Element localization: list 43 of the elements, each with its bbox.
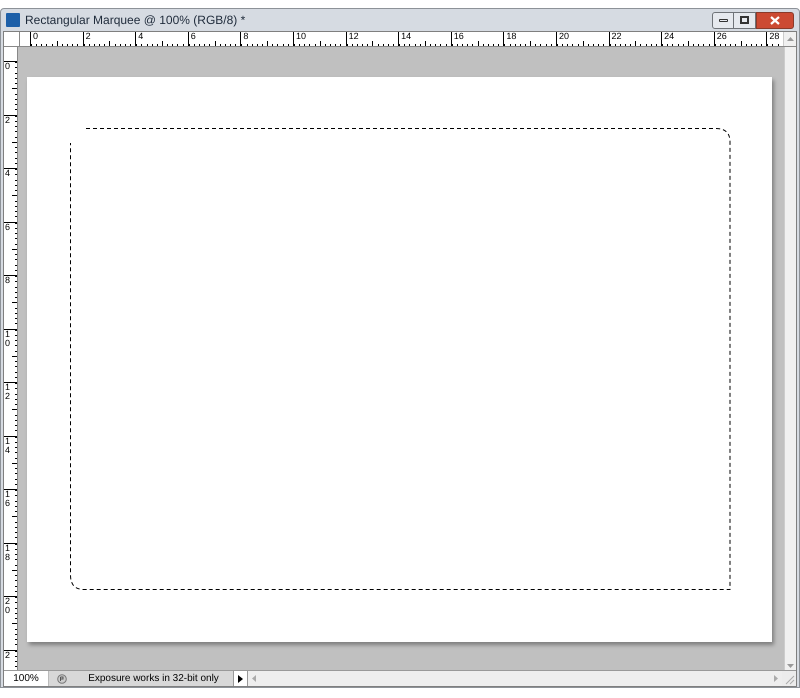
play-icon [238, 674, 243, 682]
ruler-label: 8 [5, 276, 10, 285]
ruler-label: 6 [190, 32, 196, 41]
scroll-up-icon[interactable] [786, 37, 794, 41]
ruler-label: 28 [769, 32, 780, 41]
app-icon [6, 13, 20, 27]
close-button[interactable] [756, 12, 794, 28]
ruler-label: 16 [454, 32, 464, 41]
ruler-label: 14 [5, 436, 10, 454]
window-title: Rectangular Marquee @ 100% (RGB/8) * [25, 12, 246, 29]
ruler-label: 20 [5, 597, 10, 615]
ruler-label: 24 [664, 32, 674, 41]
ruler-label: 10 [296, 32, 306, 41]
ruler-label: 2 [86, 32, 91, 41]
ruler-label: 20 [558, 32, 569, 41]
ruler-label: 18 [506, 32, 516, 41]
ruler-label: 14 [401, 32, 412, 41]
ruler-label: 16 [5, 490, 10, 508]
ruler-label: 22 [612, 32, 622, 41]
resize-grip-icon[interactable] [783, 672, 795, 684]
ruler-label: 12 [5, 383, 10, 401]
ruler-label: 18 [5, 544, 10, 562]
status-message: Exposure works in 32-bit only [74, 671, 234, 686]
ruler-label: 0 [5, 62, 10, 71]
maximize-button[interactable] [734, 12, 756, 28]
ruler-label: 2 [5, 116, 10, 124]
ruler-label: 10 [5, 330, 10, 348]
minimize-button[interactable] [712, 12, 734, 28]
ruler-label: 6 [5, 222, 10, 232]
scroll-left-icon [252, 675, 256, 682]
scroll-right-icon [774, 675, 778, 682]
scroll-down-icon[interactable] [787, 664, 794, 668]
ruler-label: 4 [5, 169, 10, 178]
ruler-label: 26 [716, 32, 727, 41]
status-menu-button[interactable] [234, 671, 248, 686]
ruler-label: 2 [5, 650, 10, 660]
ruler-label: 4 [138, 32, 144, 41]
document-status-icon[interactable] [56, 674, 66, 684]
ruler-label: 12 [348, 32, 359, 41]
ruler-label: 0 [33, 32, 38, 41]
close-icon [770, 16, 780, 24]
zoom-level[interactable]: 100% [4, 671, 49, 686]
ruler-label: 8 [243, 32, 248, 41]
